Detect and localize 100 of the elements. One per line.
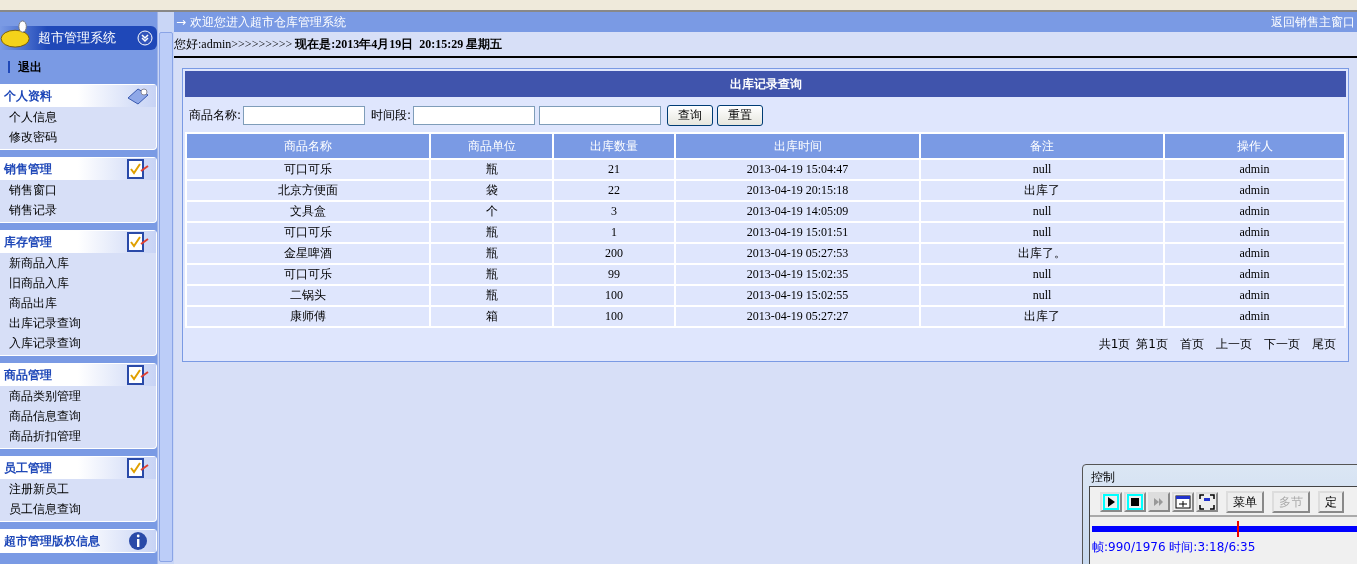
column-header: 备注 xyxy=(920,133,1164,159)
table-cell: 瓶 xyxy=(430,243,553,264)
table-cell: 金星啤酒 xyxy=(186,243,430,264)
table-cell: 瓶 xyxy=(430,285,553,306)
menu-item[interactable]: 商品折扣管理 xyxy=(9,426,156,446)
menu-item[interactable]: 注册新员工 xyxy=(9,479,156,499)
column-header: 操作人 xyxy=(1164,133,1345,159)
playback-status: 帧:990/1976 时间:3:18/6:35 xyxy=(1091,539,1257,556)
table-cell: null xyxy=(920,285,1164,306)
table-cell: 2013-04-19 15:02:35 xyxy=(675,264,920,285)
welcome-text: → 欢迎您进入超市仓库管理系统 xyxy=(176,13,346,31)
player-button[interactable]: 菜单 xyxy=(1226,491,1264,513)
start-date-field[interactable] xyxy=(413,106,536,125)
menu-item[interactable]: 销售窗口 xyxy=(9,180,156,200)
current-page: 第1页 xyxy=(1136,336,1168,353)
table-cell: 2013-04-19 15:01:51 xyxy=(675,222,920,243)
field-label: 商品名称: xyxy=(189,107,242,124)
table-cell: 北京方便面 xyxy=(186,180,430,201)
table-cell: 出库了 xyxy=(920,180,1164,201)
scrollbar[interactable] xyxy=(157,12,174,564)
column-header: 商品名称 xyxy=(186,133,430,159)
menu-item[interactable]: 新商品入库 xyxy=(9,253,156,273)
window-icon xyxy=(1175,495,1191,509)
full-button[interactable] xyxy=(1196,492,1218,512)
name-input-field[interactable] xyxy=(243,106,366,125)
table-cell: 瓶 xyxy=(430,222,553,243)
fast-forward-icon xyxy=(1153,496,1165,508)
table-cell: 2013-04-19 05:27:53 xyxy=(675,243,920,264)
table-cell: null xyxy=(920,264,1164,285)
table-cell: admin xyxy=(1164,264,1345,285)
page-count: 共1页 xyxy=(1098,336,1131,353)
table-cell: 出库了。 xyxy=(920,243,1164,264)
table-cell: 99 xyxy=(553,264,675,285)
column-header: 商品单位 xyxy=(430,133,553,159)
logout-link[interactable]: 退出 xyxy=(18,58,42,76)
info-icon xyxy=(126,531,150,551)
fit-button[interactable] xyxy=(1172,492,1194,512)
table-cell: 21 xyxy=(553,159,675,180)
table-cell: 200 xyxy=(553,243,675,264)
table-cell: admin xyxy=(1164,243,1345,264)
table-cell: 2013-04-19 14:05:09 xyxy=(675,201,920,222)
table-cell: admin xyxy=(1164,180,1345,201)
table-cell: admin xyxy=(1164,285,1345,306)
window-title: 控制 xyxy=(1090,469,1116,486)
player-button[interactable]: 定 xyxy=(1318,491,1344,513)
reset-button[interactable]: 重置 xyxy=(717,105,764,126)
table-cell: admin xyxy=(1164,306,1345,327)
table-cell: 出库了 xyxy=(920,306,1164,327)
menu-item[interactable]: 个人信息 xyxy=(9,107,156,127)
panel-title: 出库记录查询 xyxy=(185,71,1346,97)
field-label: 时间段: xyxy=(371,107,412,124)
column-header: 出库数量 xyxy=(553,133,675,159)
stop-icon xyxy=(1129,496,1141,508)
stop-button[interactable] xyxy=(1124,492,1146,512)
table-cell: 个 xyxy=(430,201,553,222)
pagination-link[interactable]: 上一页 xyxy=(1216,336,1252,353)
menu-item[interactable]: 销售记录 xyxy=(9,200,156,220)
table-cell: admin xyxy=(1164,222,1345,243)
table-cell: null xyxy=(920,222,1164,243)
pagination-link[interactable]: 下一页 xyxy=(1264,336,1300,353)
table-cell: null xyxy=(920,159,1164,180)
table-cell: admin xyxy=(1164,201,1345,222)
table-cell: admin xyxy=(1164,159,1345,180)
table-cell: 100 xyxy=(553,306,675,327)
greeting-text: 您好:admin>>>>>>>>> 现在是:2013年4月19日 20:15:29 星期五 xyxy=(174,35,503,53)
menu-item[interactable]: 入库记录查询 xyxy=(9,333,156,353)
query-button[interactable]: 查询 xyxy=(667,105,714,126)
menu-item[interactable]: 商品信息查询 xyxy=(9,406,156,426)
table-cell: 文具盒 xyxy=(186,201,430,222)
menu-item[interactable]: 出库记录查询 xyxy=(9,313,156,333)
menu-item[interactable]: 员工信息查询 xyxy=(9,499,156,519)
menu-item[interactable]: 商品类别管理 xyxy=(9,386,156,406)
collapse-icon[interactable] xyxy=(137,30,153,46)
menu-item[interactable]: 修改密码 xyxy=(9,127,156,147)
table-cell: 二锅头 xyxy=(186,285,430,306)
table-cell: 2013-04-19 20:15:18 xyxy=(675,180,920,201)
table-cell: 可口可乐 xyxy=(186,159,430,180)
pagination-link[interactable]: 尾页 xyxy=(1312,336,1336,353)
table-cell: 瓶 xyxy=(430,264,553,285)
table-cell: 可口可乐 xyxy=(186,222,430,243)
menu-item[interactable]: 商品出库 xyxy=(9,293,156,313)
table-cell: 2013-04-19 15:04:47 xyxy=(675,159,920,180)
column-header: 出库时间 xyxy=(675,133,920,159)
table-cell: 可口可乐 xyxy=(186,264,430,285)
table-cell: 箱 xyxy=(430,306,553,327)
menu-item[interactable]: 旧商品入库 xyxy=(9,273,156,293)
table-cell: 康师傅 xyxy=(186,306,430,327)
table-cell: null xyxy=(920,201,1164,222)
table-cell: 2013-04-19 05:27:27 xyxy=(675,306,920,327)
app-title: 超市管理系统 xyxy=(38,29,117,47)
table-cell: 1 xyxy=(553,222,675,243)
table-cell: 2013-04-19 15:02:55 xyxy=(675,285,920,306)
seek-handle[interactable] xyxy=(1237,521,1239,537)
table-cell: 瓶 xyxy=(430,159,553,180)
table-cell: 3 xyxy=(553,201,675,222)
pagination-link[interactable]: 首页 xyxy=(1180,336,1204,353)
end-date-field[interactable] xyxy=(539,106,662,125)
table-cell: 袋 xyxy=(430,180,553,201)
tools-icon xyxy=(126,86,150,106)
play-button[interactable] xyxy=(1100,492,1122,512)
